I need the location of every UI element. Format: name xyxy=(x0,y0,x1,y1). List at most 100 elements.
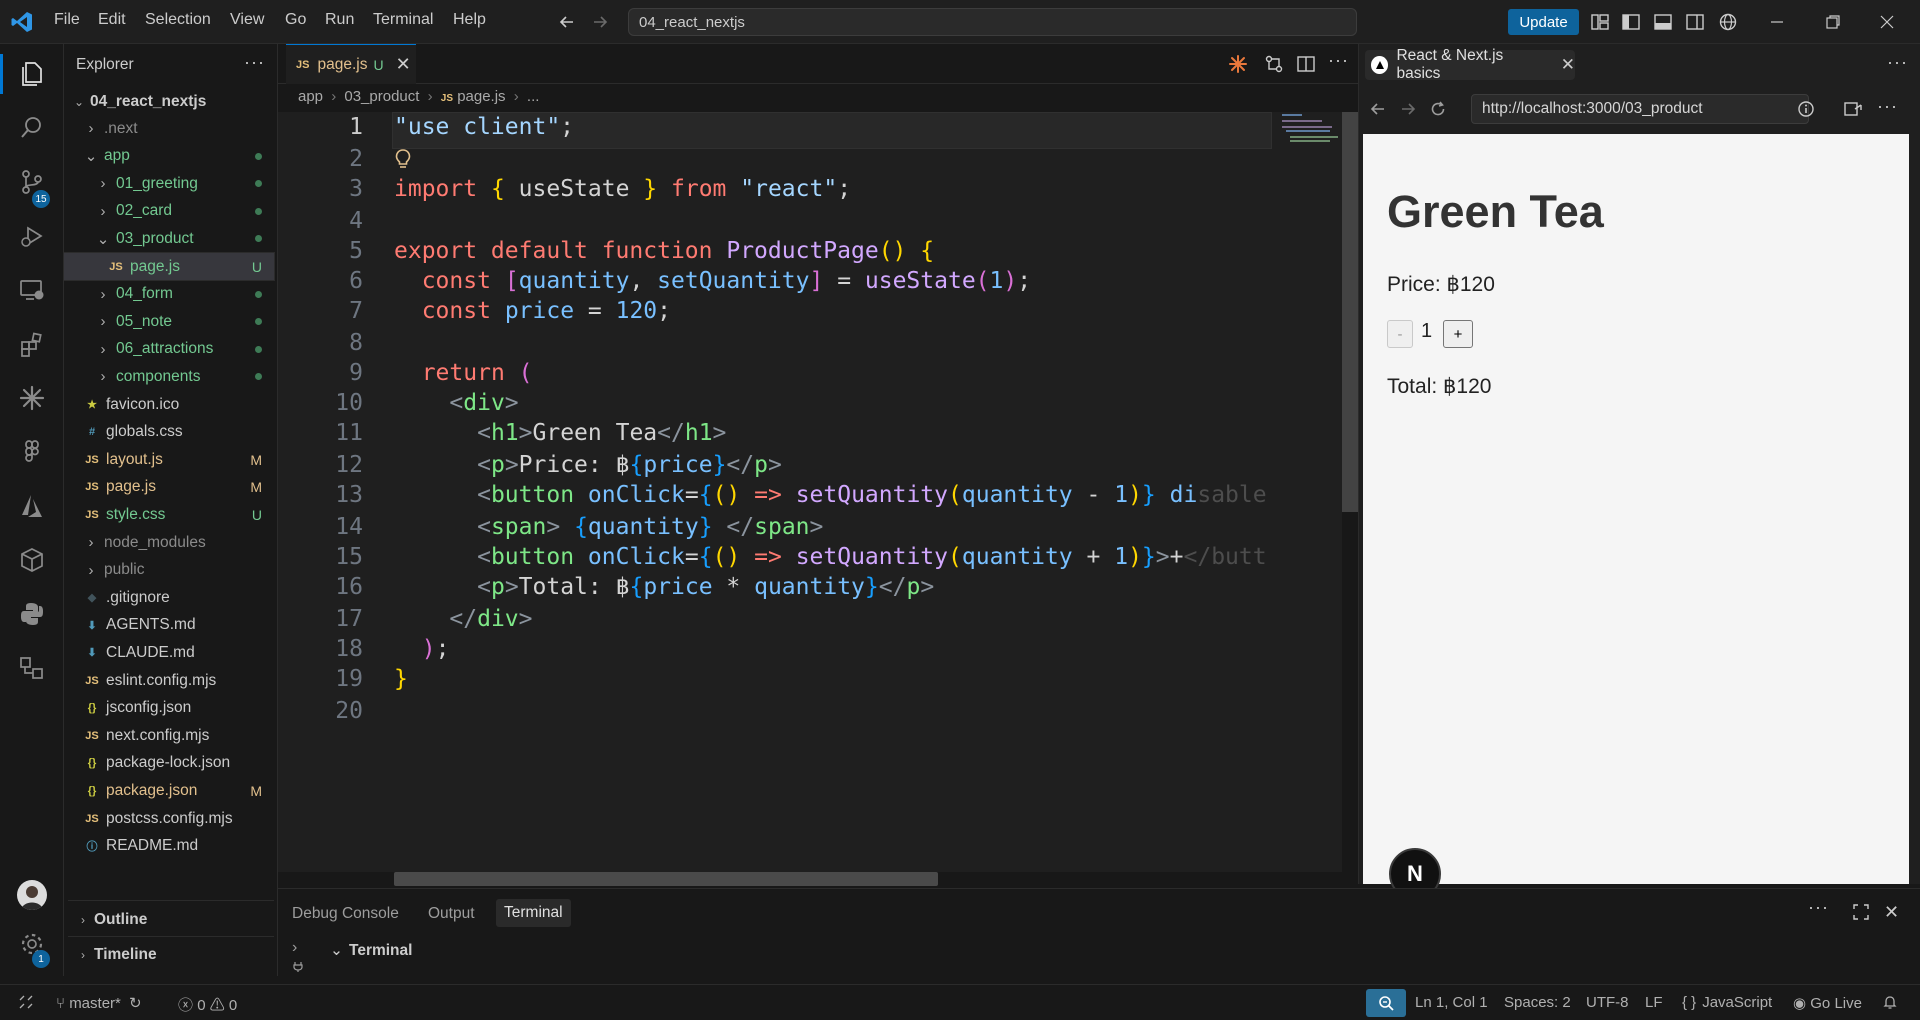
tree-item[interactable]: ⌄ 03_product xyxy=(64,225,274,252)
tree-item[interactable]: › 06_attractions xyxy=(64,336,274,363)
compare-changes-icon[interactable] xyxy=(1264,54,1284,79)
close-tab-icon[interactable]: ✕ xyxy=(396,54,411,75)
go-live-button[interactable]: ◉ Go Live xyxy=(1793,994,1862,1012)
forward-arrow-icon[interactable] xyxy=(589,11,611,33)
url-input[interactable]: http://localhost:3000/03_product xyxy=(1471,94,1809,124)
language-mode[interactable]: { } JavaScript xyxy=(1682,994,1772,1011)
tree-item[interactable]: JS style.css U xyxy=(64,501,274,528)
menu-view[interactable]: View xyxy=(230,11,264,29)
tree-item[interactable]: › 04_form xyxy=(64,281,274,308)
tree-item[interactable]: JS page.js U xyxy=(63,252,275,281)
terminal-section[interactable]: ⌄ Terminal xyxy=(330,941,412,960)
increment-button[interactable]: + xyxy=(1443,320,1473,348)
extensions-icon[interactable] xyxy=(16,328,48,360)
tab-terminal[interactable]: Terminal xyxy=(496,899,571,927)
tree-item[interactable]: JS postcss.config.mjs xyxy=(64,805,274,832)
tree-item[interactable]: JS eslint.config.mjs xyxy=(64,667,274,694)
outline-section[interactable]: › Outline xyxy=(76,906,286,933)
restore-icon[interactable] xyxy=(1822,11,1844,33)
indentation[interactable]: Spaces: 2 xyxy=(1504,994,1571,1011)
tree-item[interactable]: ⬇ AGENTS.md xyxy=(64,612,274,639)
remote-indicator-icon[interactable] xyxy=(18,994,34,1014)
tab-output[interactable]: Output xyxy=(428,905,475,923)
tree-item[interactable]: ★ favicon.ico xyxy=(64,391,274,418)
tree-item[interactable]: ⬇ CLAUDE.md xyxy=(64,639,274,666)
tree-item[interactable]: › public xyxy=(64,557,274,584)
tree-item[interactable]: {} package-lock.json xyxy=(64,750,274,777)
breadcrumb-file[interactable]: page.js xyxy=(457,88,505,105)
tree-item[interactable]: {} jsconfig.json xyxy=(64,695,274,722)
avatar[interactable] xyxy=(17,880,47,910)
globe-icon[interactable] xyxy=(1717,11,1739,33)
python-icon[interactable] xyxy=(16,598,48,630)
toggle-panel-icon[interactable] xyxy=(1652,11,1674,33)
vertical-scrollbar[interactable] xyxy=(1342,112,1358,512)
close-window-icon[interactable] xyxy=(1876,11,1898,33)
claude-icon[interactable] xyxy=(16,382,48,414)
tree-item[interactable]: › 01_greeting xyxy=(64,170,274,197)
command-center[interactable]: 04_react_nextjs xyxy=(628,8,1357,36)
tree-item[interactable]: › node_modules xyxy=(64,529,274,556)
horizontal-scrollbar[interactable] xyxy=(394,872,938,886)
branch-indicator[interactable]: ⑂ master* ↻ xyxy=(56,994,142,1012)
menu-go[interactable]: Go xyxy=(285,11,306,29)
split-editor-icon[interactable] xyxy=(1296,54,1316,79)
menu-terminal[interactable]: Terminal xyxy=(373,11,433,29)
tree-item[interactable]: # globals.css xyxy=(64,419,274,446)
zoom-search-icon[interactable] xyxy=(1366,989,1406,1017)
maximize-panel-icon[interactable] xyxy=(1852,903,1870,926)
menu-edit[interactable]: Edit xyxy=(98,11,126,29)
encoding[interactable]: UTF-8 xyxy=(1586,994,1629,1011)
tree-item[interactable]: JS layout.js M xyxy=(64,446,274,473)
tree-item[interactable]: › 02_card xyxy=(64,198,274,225)
more-actions-icon[interactable]: ··· xyxy=(244,52,265,73)
back-arrow-icon[interactable] xyxy=(556,11,578,33)
browser-more-icon[interactable]: ··· xyxy=(1887,52,1908,73)
browser-menu-icon[interactable]: ··· xyxy=(1877,96,1898,117)
tree-item[interactable]: {} package.json M xyxy=(64,777,274,804)
breadcrumb-folder[interactable]: 03_product xyxy=(344,88,419,105)
breadcrumb-symbol[interactable]: ... xyxy=(527,88,540,105)
tree-item[interactable]: ⌄ app xyxy=(64,143,274,170)
editor-more-icon[interactable]: ··· xyxy=(1328,50,1349,71)
back-arrow-icon[interactable] xyxy=(1369,100,1387,123)
open-external-icon[interactable] xyxy=(1843,100,1863,123)
remote-explorer-icon[interactable] xyxy=(16,274,48,306)
close-panel-icon[interactable]: ✕ xyxy=(1884,902,1899,923)
forward-arrow-icon[interactable] xyxy=(1399,100,1417,123)
menu-run[interactable]: Run xyxy=(325,11,354,29)
run-debug-icon[interactable] xyxy=(16,220,48,252)
explorer-icon[interactable] xyxy=(16,58,48,90)
tree-item[interactable]: › components xyxy=(64,363,274,390)
update-button[interactable]: Update xyxy=(1508,9,1579,35)
panel-more-icon[interactable]: ··· xyxy=(1808,897,1829,918)
menu-file[interactable]: File xyxy=(54,11,80,29)
tab-debug-console[interactable]: Debug Console xyxy=(292,905,399,923)
toggle-primary-sidebar-icon[interactable] xyxy=(1620,11,1642,33)
timeline-section[interactable]: › Timeline xyxy=(76,941,286,968)
toggle-secondary-sidebar-icon[interactable] xyxy=(1684,11,1706,33)
cursor-position[interactable]: Ln 1, Col 1 xyxy=(1415,994,1488,1011)
tree-item[interactable]: JS next.config.mjs xyxy=(64,722,274,749)
folder-root[interactable]: ⌄ 04_react_nextjs xyxy=(72,88,282,115)
remote-connections-icon[interactable] xyxy=(16,652,48,684)
figma-icon[interactable] xyxy=(16,436,48,468)
tree-item[interactable]: › .next xyxy=(64,115,274,142)
lightbulb-icon[interactable] xyxy=(394,148,412,175)
minimize-icon[interactable] xyxy=(1766,11,1788,33)
tab-browser[interactable]: React & Next.js basics ✕ xyxy=(1365,47,1575,82)
menu-help[interactable]: Help xyxy=(453,11,486,29)
customize-layout-icon[interactable] xyxy=(1589,11,1611,33)
tree-item[interactable]: ⓘ README.md xyxy=(64,833,274,860)
tree-item[interactable]: JS page.js M xyxy=(64,474,274,501)
notifications-bell-icon[interactable] xyxy=(1882,994,1898,1014)
tree-item[interactable]: ◆ .gitignore xyxy=(64,584,274,611)
minimap[interactable] xyxy=(1280,112,1340,148)
decrement-button[interactable]: - xyxy=(1387,320,1413,348)
problems-indicator[interactable]: ⓧ 0 ⚠ 0 xyxy=(178,994,237,1015)
info-icon[interactable] xyxy=(1797,100,1815,123)
end-of-line[interactable]: LF xyxy=(1645,994,1663,1011)
close-tab-icon[interactable]: ✕ xyxy=(1561,55,1575,75)
search-icon[interactable] xyxy=(16,112,48,144)
reload-icon[interactable] xyxy=(1429,100,1447,123)
